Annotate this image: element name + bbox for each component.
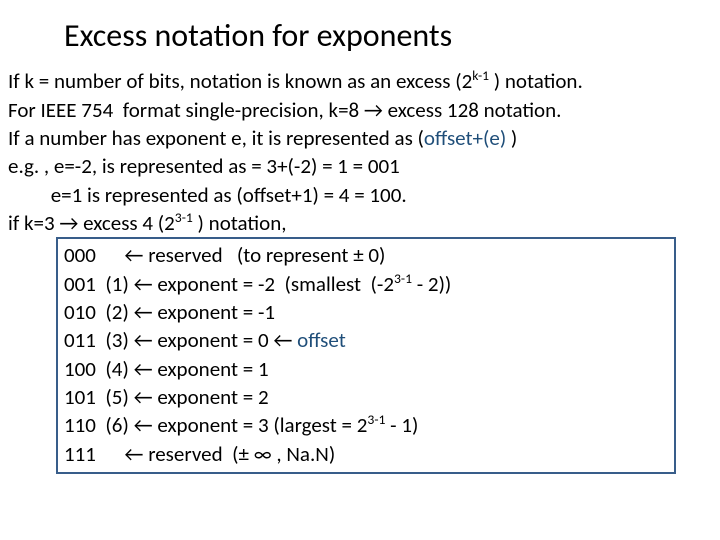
desc-cell: ← exponent = 0 ← [134, 327, 298, 353]
line-6b: ) notation, [193, 210, 287, 236]
line-4: e.g. , e=-2, is represented as = 3+(-2) … [8, 153, 400, 179]
table-row: 101 (5) ← exponent = 2 [64, 383, 668, 411]
desc-cell: ← exponent = 1 [134, 356, 269, 382]
desc-cell: ← exponent = -2 (smallest (-2 [134, 271, 394, 297]
dec-cell [96, 242, 120, 268]
dec-cell: (3) [96, 327, 134, 353]
line-5: e=1 is represented as (offset+1) = 4 = 1… [8, 182, 407, 208]
line-6-sup: 3-1 [175, 209, 193, 226]
bits-cell: 001 [64, 271, 96, 297]
line-1a: If k = number of bits, notation is known… [8, 68, 472, 94]
dec-cell: (6) [96, 412, 134, 438]
table-row: 100 (4) ← exponent = 1 [64, 355, 668, 383]
line-1b: ) notation. [489, 68, 583, 94]
desc-sup: 3-1 [394, 270, 412, 287]
line-6a: if k=3 → excess 4 (2 [8, 210, 175, 236]
table-row: 111 ← reserved (± ∞ , Na.N) [64, 440, 668, 468]
line-3-offset: offset+(e) [424, 125, 506, 151]
table-row: 010 (2) ← exponent = -1 [64, 298, 668, 326]
exponent-table-box: 000 ← reserved (to represent ± 0) 001 (1… [56, 237, 676, 474]
desc-sup: 3-1 [367, 411, 385, 428]
table-row: 001 (1) ← exponent = -2 (smallest (-23-1… [64, 270, 668, 298]
bits-cell: 111 [64, 441, 96, 467]
dec-cell: (4) [96, 356, 134, 382]
line-2: For IEEE 754 format single-precision, k=… [8, 97, 561, 123]
bits-cell: 000 [64, 242, 96, 268]
desc-cell: ← reserved (± ∞ , Na.N) [120, 441, 336, 467]
dec-cell: (2) [96, 299, 134, 325]
line-3a: If a number has exponent e, it is repres… [8, 125, 424, 151]
desc-cell: ← exponent = 3 (largest = 2 [134, 412, 368, 438]
table-row: 011 (3) ← exponent = 0 ← offset [64, 326, 668, 354]
desc-cell-post: - 1) [385, 412, 418, 438]
dec-cell: (1) [96, 271, 134, 297]
bits-cell: 010 [64, 299, 96, 325]
offset-label: offset [297, 327, 346, 353]
bits-cell: 110 [64, 412, 96, 438]
desc-cell: ← exponent = -1 [134, 299, 275, 325]
table-row: 110 (6) ← exponent = 3 (largest = 23-1 -… [64, 411, 668, 439]
bits-cell: 011 [64, 327, 96, 353]
desc-cell-post: - 2)) [412, 271, 451, 297]
desc-cell: ← exponent = 2 [134, 384, 269, 410]
desc-cell: ← reserved (to represent ± 0) [120, 242, 386, 268]
dec-cell: (5) [96, 384, 134, 410]
dec-cell [96, 441, 120, 467]
body-text: If k = number of bits, notation is known… [8, 67, 712, 237]
line-3b: ) [506, 125, 517, 151]
slide-title: Excess notation for exponents [8, 14, 712, 57]
bits-cell: 100 [64, 356, 96, 382]
table-row: 000 ← reserved (to represent ± 0) [64, 241, 668, 269]
line-1-sup: k-1 [472, 67, 489, 84]
bits-cell: 101 [64, 384, 96, 410]
